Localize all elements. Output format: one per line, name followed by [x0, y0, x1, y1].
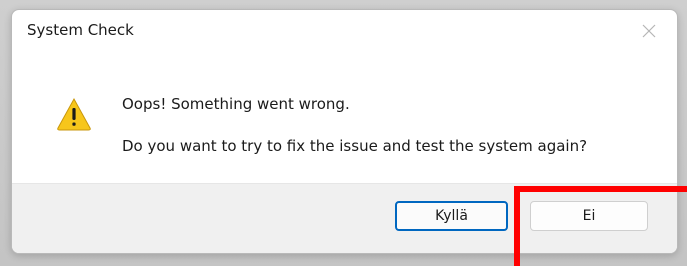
- question-message: Do you want to try to fix the issue and …: [122, 137, 588, 155]
- dialog-title: System Check: [27, 21, 134, 39]
- close-icon[interactable]: [639, 21, 659, 41]
- no-button[interactable]: Ei: [530, 201, 648, 231]
- warning-icon: [56, 97, 92, 131]
- button-bar: Kyllä Ei: [12, 183, 677, 253]
- error-message: Oops! Something went wrong.: [122, 95, 350, 113]
- desktop-background: System Check Oops! Something went wrong.…: [0, 0, 687, 266]
- yes-button[interactable]: Kyllä: [395, 201, 508, 231]
- message-dialog: System Check Oops! Something went wrong.…: [11, 9, 678, 254]
- dialog-content: Oops! Something went wrong. Do you want …: [12, 52, 677, 184]
- title-bar: System Check: [12, 10, 677, 52]
